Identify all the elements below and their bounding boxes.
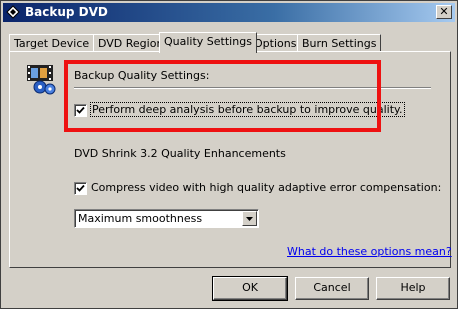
compress-video-label[interactable]: Compress video with high quality adaptiv… [91,181,441,194]
tab-label: DVD Region [98,37,164,50]
smoothing-dropdown[interactable]: Maximum smoothness [74,209,259,228]
tab-label: Quality Settings [164,35,252,48]
red-highlight-box [64,60,381,132]
tab-burn-settings[interactable]: Burn Settings [297,34,382,52]
backup-dvd-dialog: Backup DVD ✕ Target Device DVD Region Qu… [0,0,458,309]
checkmark-icon [76,184,85,192]
enhancements-heading: DVD Shrink 3.2 Quality Enhancements [74,147,286,160]
cancel-button[interactable]: Cancel [295,277,369,300]
close-button[interactable]: ✕ [436,5,452,19]
options-help-link[interactable]: What do these options mean? [287,245,452,258]
smoothing-selected-value: Maximum smoothness [78,212,203,225]
compress-video-checkbox[interactable] [74,182,87,195]
dvd-shrink-icon [6,5,20,19]
help-button[interactable]: Help [376,277,450,300]
title-bar[interactable]: Backup DVD ✕ [3,3,455,22]
dropdown-arrow-button[interactable] [242,211,257,226]
tab-label: Options [254,37,297,50]
tab-target-device[interactable]: Target Device [9,34,95,52]
tab-label: Burn Settings [302,37,377,50]
film-gears-icon [27,65,56,95]
tab-dvd-region[interactable]: DVD Region [93,34,169,52]
window-title: Backup DVD [25,5,108,19]
chevron-down-icon [246,217,253,221]
close-icon: ✕ [439,5,449,18]
tab-quality-settings[interactable]: Quality Settings [159,32,257,53]
tab-label: Target Device [14,37,90,50]
ok-button[interactable]: OK [212,276,288,301]
